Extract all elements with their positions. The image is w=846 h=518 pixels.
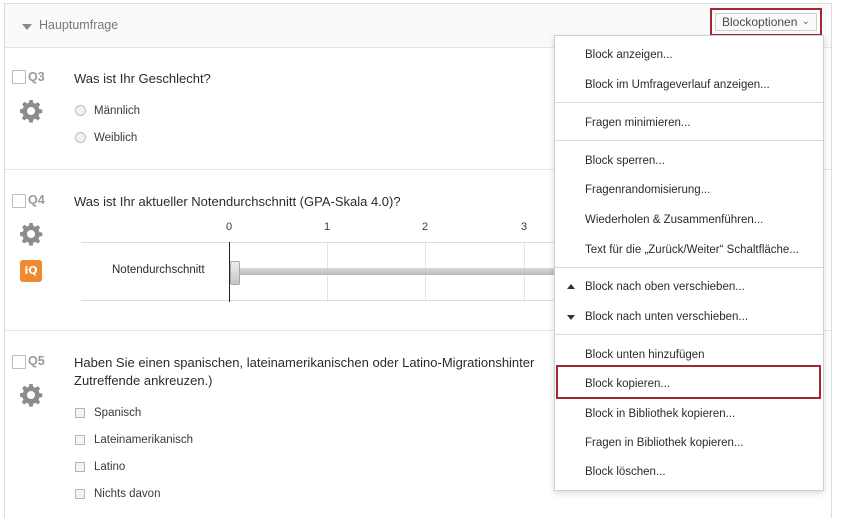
menu-item-text-zurueck-weiter[interactable]: Text für die „Zurück/Weiter“ Schaltfläch… [555,236,823,264]
menu-divider [555,267,823,268]
option-label[interactable]: Männlich [94,105,140,117]
tick-label: 1 [324,221,331,233]
tick-label: 2 [422,221,429,233]
iq-icon[interactable]: iQ [20,260,42,282]
checkbox-option[interactable] [75,462,85,472]
menu-item-block-unten-hinzufuegen[interactable]: Block unten hinzufügen [555,341,823,369]
question-number: Q5 [28,354,45,368]
menu-item-fragen-minimieren[interactable]: Fragen minimieren... [555,109,823,137]
menu-item-fragenrandomisierung[interactable]: Fragenrandomisierung... [555,176,823,204]
menu-item-block-anzeigen[interactable]: Block anzeigen... [555,41,823,69]
menu-item-block-nach-oben[interactable]: Block nach oben verschieben... [555,273,823,301]
menu-item-label: Block nach oben verschieben... [585,281,745,293]
radio-option[interactable] [75,132,86,143]
question-number: Q4 [28,193,45,207]
menu-item-block-kopieren[interactable]: Block kopieren... [555,370,823,398]
menu-item-wiederholen-zusammenfuehren[interactable]: Wiederholen & Zusammenführen... [555,206,823,234]
option-label[interactable]: Latino [94,461,125,473]
block-options-inner: Blockoptionen ⌄ [715,13,817,31]
arrow-up-icon [567,284,575,289]
radio-option[interactable] [75,105,86,116]
question-text[interactable]: Was ist Ihr aktueller Notendurchschnitt … [74,193,401,211]
menu-divider [555,102,823,103]
slider-question: 0 1 2 3 Notendurchschnitt [81,221,561,302]
slider-handle[interactable] [230,261,240,285]
menu-divider [555,334,823,335]
checkbox-option[interactable] [75,489,85,499]
menu-item-block-nach-unten[interactable]: Block nach unten verschieben... [555,303,823,331]
block-options-menu: Block anzeigen... Block im Umfrageverlau… [554,35,824,491]
option-label[interactable]: Nichts davon [94,488,160,500]
question-text[interactable]: Was ist Ihr Geschlecht? [74,70,211,88]
menu-item-block-sperren[interactable]: Block sperren... [555,147,823,175]
tick-label: 0 [226,221,233,233]
slider-label: Notendurchschnitt [112,264,205,276]
slider-track[interactable] [230,268,561,275]
gear-icon[interactable] [19,99,43,123]
gear-icon[interactable] [19,222,43,246]
question-select-checkbox[interactable] [12,70,26,84]
question-select-checkbox[interactable] [12,355,26,369]
question-select-checkbox[interactable] [12,194,26,208]
menu-item-block-loeschen[interactable]: Block löschen... [555,458,823,486]
menu-divider [555,140,823,141]
option-label[interactable]: Spanisch [94,407,141,419]
block-options-button[interactable]: Blockoptionen ⌄ [710,8,822,36]
block-title[interactable]: Hauptumfrage [39,18,118,32]
checkbox-option[interactable] [75,408,85,418]
menu-item-block-in-bibliothek-kopieren[interactable]: Block in Bibliothek kopieren... [555,400,823,428]
menu-item-fragen-in-bibliothek-kopieren[interactable]: Fragen in Bibliothek kopieren... [555,429,823,457]
grid-line [81,300,561,301]
checkbox-option[interactable] [75,435,85,445]
menu-item-label: Block nach unten verschieben... [585,311,749,323]
gear-icon[interactable] [19,383,43,407]
arrow-down-icon [567,315,575,320]
grid-line [81,242,561,243]
collapse-caret-icon[interactable] [22,24,32,30]
question-number: Q3 [28,70,45,84]
option-label[interactable]: Weiblich [94,132,137,144]
tick-label: 3 [521,221,528,233]
block-options-label: Blockoptionen [722,15,798,29]
chevron-down-icon: ⌄ [801,16,810,27]
menu-item-block-im-umfrageverlauf[interactable]: Block im Umfrageverlauf anzeigen... [555,71,823,99]
option-label[interactable]: Lateinamerikanisch [94,434,193,446]
